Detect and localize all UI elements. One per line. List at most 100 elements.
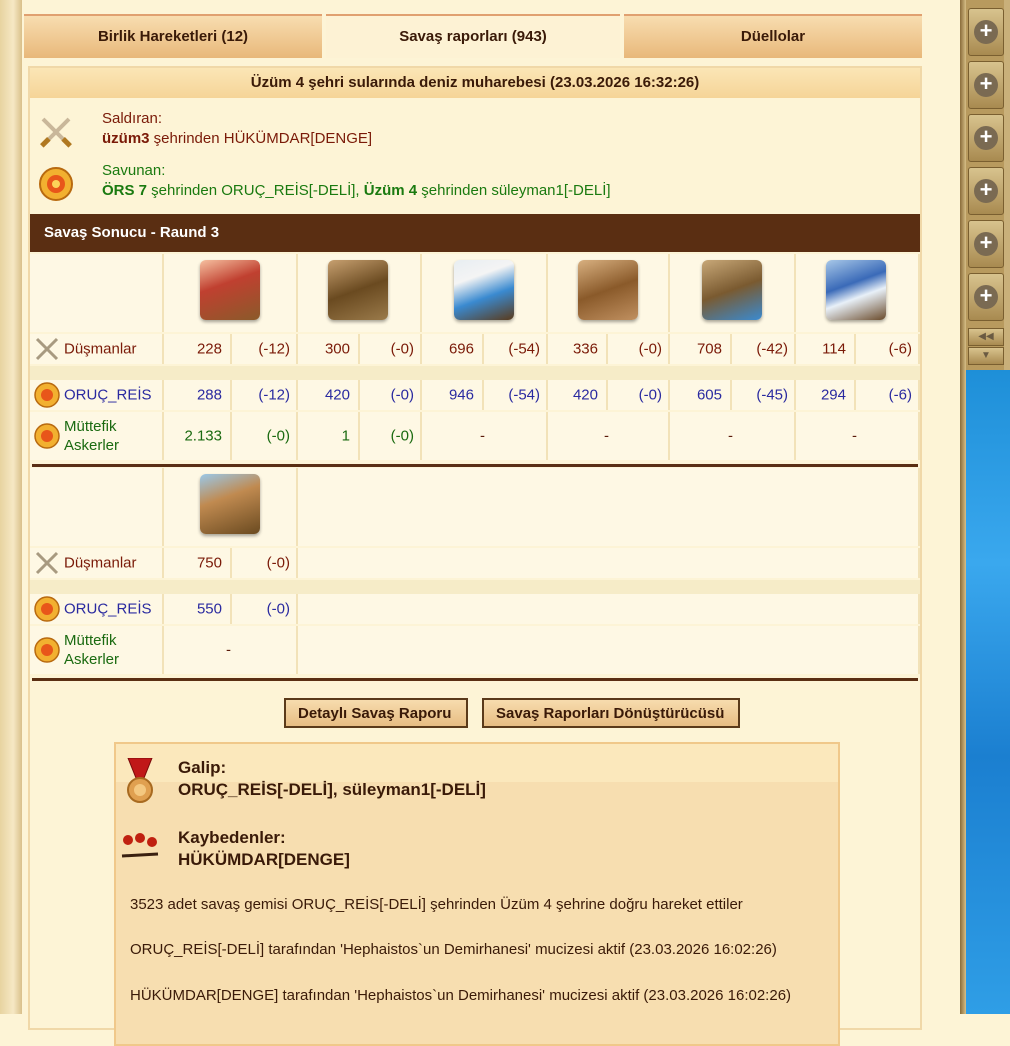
ballista-ship-icon[interactable] (200, 260, 260, 320)
loser-names[interactable]: HÜKÜMDAR[DENGE] (178, 850, 350, 870)
enemy-count: 708 (696, 340, 722, 358)
quick-action-column: + + + + + + ◀◀ ▼ (966, 0, 1004, 370)
balloon-carrier-icon[interactable] (826, 260, 886, 320)
oruc-count: 294 (820, 386, 846, 404)
oruc-count: 946 (448, 386, 474, 404)
steam-ram-icon[interactable] (702, 260, 762, 320)
catapult-ship-icon[interactable] (328, 260, 388, 320)
oruc-loss: (-0) (390, 386, 414, 404)
medal-icon (127, 758, 153, 803)
oruc-row-label[interactable]: ORUÇ_REİS (64, 600, 152, 619)
double-left-arrow-icon: ◀◀ (978, 331, 994, 342)
catapult-ship-icon[interactable] (200, 474, 260, 534)
enemy-count: 336 (572, 340, 598, 358)
enemy-loss: (-12) (258, 340, 290, 358)
tab-battle-reports[interactable]: Savaş raporları (943) (326, 14, 620, 58)
plus-icon: + (974, 20, 998, 44)
ally-empty: - (226, 641, 231, 659)
enemy-row: Düşmanlar 228 (-12) 300 (-0) 696 (-54) 3… (30, 334, 920, 364)
ally-loss: (-0) (266, 427, 290, 445)
attacker-value: üzüm3 şehrinden HÜKÜMDAR[DENGE] (102, 130, 372, 147)
plus-button[interactable]: + (968, 114, 1004, 162)
enemy-count: 696 (448, 340, 474, 358)
fallen-soldiers-icon (121, 833, 159, 858)
attacker-player[interactable]: şehrinden HÜKÜMDAR[DENGE] (150, 130, 372, 147)
enemy-loss: (-0) (390, 340, 414, 358)
plus-button[interactable]: + (968, 220, 1004, 268)
enemy-loss: (-0) (266, 554, 290, 572)
plus-button[interactable]: + (968, 273, 1004, 321)
defender-player1[interactable]: şehrinden ORUÇ_REİS[-DELİ], (147, 182, 364, 199)
expand-down-button[interactable]: ▼ (968, 347, 1004, 365)
ram-ship-icon[interactable] (578, 260, 638, 320)
defender-player2[interactable]: şehrinden süleyman1[-DELİ] (417, 182, 610, 199)
oruc-row: ORUÇ_REİS 550 (-0) (30, 594, 920, 624)
defender-section: Savunan: ÖRS 7 şehrinden ORUÇ_REİS[-DELİ… (30, 158, 920, 208)
loser-label: Kaybedenler: (178, 828, 286, 847)
ally-loss: (-0) (390, 427, 414, 445)
report-title: Üzüm 4 şehri sularında deniz muharebesi … (30, 68, 920, 98)
oruc-loss: (-0) (638, 386, 662, 404)
sun-shield-icon (34, 637, 60, 663)
map-water-background (966, 370, 1010, 1014)
tab-duels[interactable]: Düellolar (624, 14, 922, 58)
oruc-count: 550 (196, 600, 222, 618)
ally-empty: - (728, 427, 733, 445)
ally-row: Müttefik Askerler 2.133 (-0) 1 (-0) - - … (30, 412, 920, 460)
enemy-row-label: Düşmanlar (64, 554, 137, 572)
oruc-row-label[interactable]: ORUÇ_REİS (64, 386, 152, 405)
report-converter-button[interactable]: Savaş Raporları Dönüştürücüsü (482, 698, 740, 728)
enemy-row: Düşmanlar 750 (-0) (30, 548, 920, 578)
battle-result-box: Galip: ORUÇ_REİS[-DELİ], süleyman1[-DELİ… (114, 742, 840, 1046)
sun-shield-icon (39, 167, 73, 201)
enemy-loss: (-42) (756, 340, 788, 358)
enemy-count: 300 (324, 340, 350, 358)
ally-row-label: Müttefik Askerler (64, 632, 120, 668)
winner-names[interactable]: ORUÇ_REİS[-DELİ], süleyman1[-DELİ] (178, 780, 486, 800)
defender-value: ÖRS 7 şehrinden ORUÇ_REİS[-DELİ], Üzüm 4… (102, 182, 611, 199)
fire-ship-icon[interactable] (454, 260, 514, 320)
collapse-left-button[interactable]: ◀◀ (968, 328, 1004, 346)
plus-button[interactable]: + (968, 61, 1004, 109)
crossed-swords-icon (35, 337, 59, 361)
plus-icon: + (974, 285, 998, 309)
attacker-section: Saldıran: üzüm3 şehrinden HÜKÜMDAR[DENGE… (30, 106, 920, 156)
plus-button[interactable]: + (968, 8, 1004, 56)
ally-row: Müttefik Askerler - (30, 626, 920, 674)
ally-count: 1 (341, 427, 350, 445)
detailed-report-button[interactable]: Detaylı Savaş Raporu (284, 698, 468, 728)
attacker-city-link[interactable]: üzüm3 (102, 130, 150, 147)
empty-header-cell (30, 254, 164, 332)
plus-icon: + (974, 73, 998, 97)
enemy-loss: (-0) (638, 340, 662, 358)
battle-report-panel: Üzüm 4 şehri sularında deniz muharebesi … (28, 66, 922, 1046)
oruc-count: 420 (572, 386, 598, 404)
ally-row-label: Müttefik Askerler (64, 418, 120, 454)
report-actions: Detaylı Savaş Raporu Savaş Raporları Dön… (30, 698, 920, 732)
tab-bar: Birlik Hareketleri (12) Savaş raporları … (24, 10, 924, 58)
ally-empty: - (604, 427, 609, 445)
oruc-count: 420 (324, 386, 350, 404)
result-line-wonder-2: HÜKÜMDAR[DENGE] tarafından 'Hephaistos`u… (130, 987, 792, 1004)
oruc-loss: (-45) (756, 386, 788, 404)
report-window: Birlik Hareketleri (12) Savaş raporları … (22, 0, 960, 1046)
plus-icon: + (974, 126, 998, 150)
plus-button[interactable]: + (968, 167, 1004, 215)
right-sidebar: + + + + + + ◀◀ ▼ (960, 0, 1010, 1014)
ally-count: 2.133 (184, 427, 222, 445)
oruc-loss: (-54) (508, 386, 540, 404)
crossed-swords-icon (35, 551, 59, 575)
defender-city1-link[interactable]: ÖRS 7 (102, 182, 147, 199)
unit-icon-row (30, 254, 920, 332)
attacker-label: Saldıran: (102, 110, 163, 127)
sun-shield-icon (34, 596, 60, 622)
unit-icon-row (30, 468, 920, 546)
ally-empty: - (480, 427, 485, 445)
defender-city2-link[interactable]: Üzüm 4 (364, 182, 417, 199)
tab-unit-movements[interactable]: Birlik Hareketleri (12) (24, 14, 322, 58)
oruc-row: ORUÇ_REİS 288 (-12) 420 (-0) 946 (-54) 4… (30, 380, 920, 410)
oruc-loss: (-0) (266, 600, 290, 618)
enemy-count: 228 (196, 340, 222, 358)
enemy-count: 750 (196, 554, 222, 572)
enemy-loss: (-54) (508, 340, 540, 358)
